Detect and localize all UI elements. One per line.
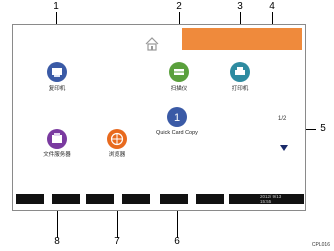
scanner-icon [169, 62, 189, 82]
scroll-down-icon[interactable] [280, 145, 288, 151]
callout-4: 4 [269, 1, 275, 12]
status-time: 15:55 [260, 199, 272, 204]
home-icon[interactable] [144, 36, 160, 52]
app-label-copier: 复印机 [48, 86, 66, 92]
callout-6: 6 [174, 236, 180, 247]
copier-icon [47, 62, 67, 82]
page-indicator: 1/2 [278, 116, 287, 122]
status-bar-segment-6 [196, 194, 224, 204]
svg-text:1: 1 [174, 112, 180, 124]
quick-copy-icon: 1 [167, 107, 187, 127]
printer-icon [230, 62, 250, 82]
status-bar-segment-5 [160, 194, 188, 204]
status-bar-segment-2 [52, 194, 80, 204]
app-label-browser: 浏览器 [108, 152, 126, 158]
home-screen [12, 24, 306, 211]
callout-3: 3 [237, 1, 243, 12]
callout-8: 8 [54, 236, 60, 247]
status-bar-segment-3 [86, 194, 114, 204]
status-bar-segment-4 [122, 194, 150, 204]
app-label-scanner: 扫描仪 [170, 86, 188, 92]
status-bar-segment-1 [16, 194, 44, 204]
callout-5: 5 [320, 123, 326, 134]
browser-icon [107, 129, 127, 149]
app-label-quick-card-copy: Quick Card Copy [156, 130, 198, 136]
document-id: CPL016 [311, 242, 330, 248]
callout-2: 2 [176, 1, 182, 12]
app-label-printer: 打印机 [231, 86, 249, 92]
callout-7: 7 [114, 236, 120, 247]
header-banner [182, 28, 302, 50]
app-label-document-server: 文件服务器 [43, 152, 71, 158]
document-server-icon [47, 129, 67, 149]
callout-1: 1 [53, 1, 59, 12]
